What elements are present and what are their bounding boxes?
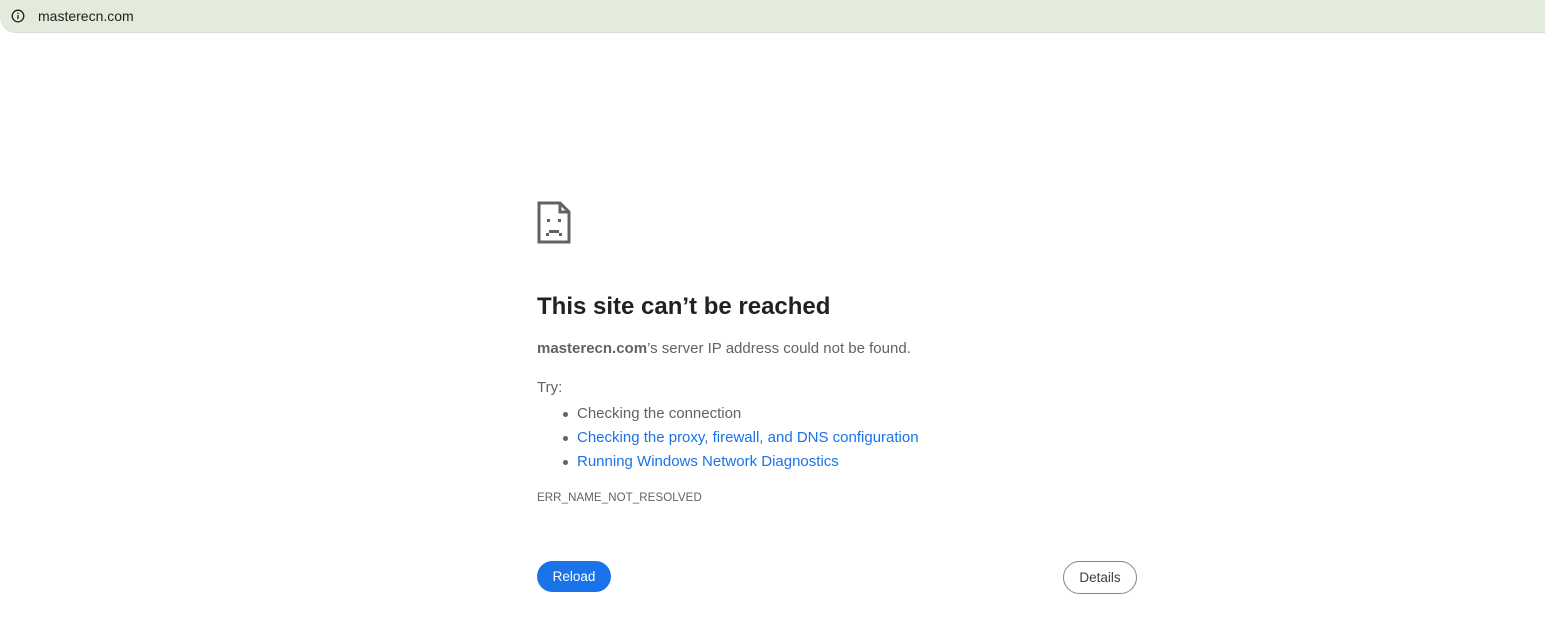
suggestion-item: Running Windows Network Diagnostics <box>563 450 919 474</box>
suggestions-list: Checking the connection Checking the pro… <box>563 402 919 474</box>
suggestion-check-connection: Checking the connection <box>577 405 742 422</box>
error-host: masterecn.com <box>537 340 648 357</box>
error-message: masterecn.com’s server IP address could … <box>537 339 911 359</box>
error-message-text: ’s server IP address could not be found. <box>647 340 911 357</box>
try-label: Try: <box>537 379 563 396</box>
suggestion-proxy-link[interactable]: Checking the proxy, firewall, and DNS co… <box>577 429 919 446</box>
details-button[interactable]: Details <box>1063 561 1137 594</box>
suggestion-item: Checking the proxy, firewall, and DNS co… <box>563 426 919 450</box>
address-bar[interactable]: masterecn.com <box>0 0 1545 33</box>
suggestion-diagnostics-link[interactable]: Running Windows Network Diagnostics <box>577 453 839 470</box>
info-circle-icon[interactable] <box>11 9 25 23</box>
sad-page-icon <box>537 201 571 244</box>
reload-button[interactable]: Reload <box>537 561 611 592</box>
error-code: ERR_NAME_NOT_RESOLVED <box>537 492 702 504</box>
error-title: This site can’t be reached <box>537 293 831 320</box>
suggestion-item: Checking the connection <box>563 402 919 426</box>
url-text[interactable]: masterecn.com <box>38 7 134 25</box>
